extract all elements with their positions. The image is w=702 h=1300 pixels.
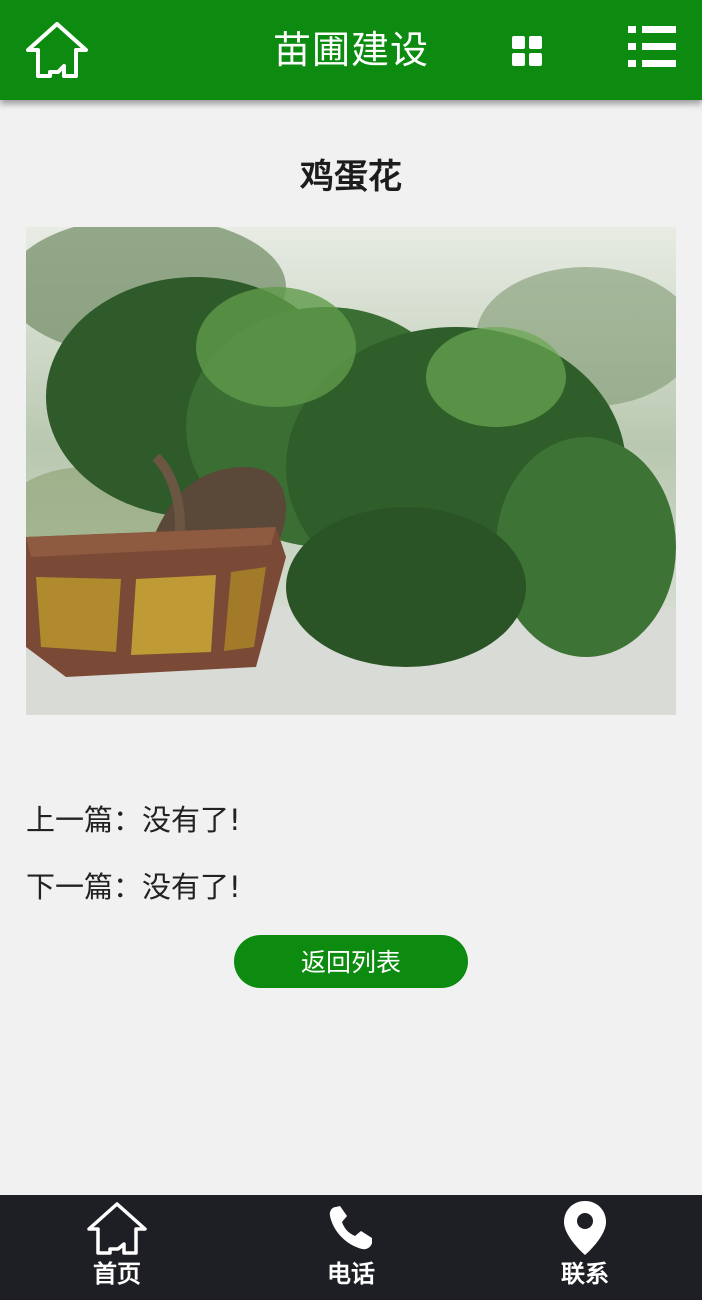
previous-article-link[interactable]: 上一篇：没有了! xyxy=(26,800,241,840)
bottom-nav-home-label: 首页 xyxy=(93,1260,141,1288)
article-title: 鸡蛋花 xyxy=(300,157,402,197)
location-pin-icon xyxy=(564,1201,606,1255)
menu-list-icon xyxy=(628,26,676,67)
site-title: 苗圃建设 xyxy=(272,28,429,72)
home-icon xyxy=(87,1202,147,1255)
top-header-bar: 苗圃建设 xyxy=(0,0,702,100)
article-image xyxy=(26,227,676,715)
bottom-nav-contact-label: 联系 xyxy=(561,1260,609,1288)
next-article-link[interactable]: 下一篇：没有了! xyxy=(26,867,241,907)
phone-icon xyxy=(329,1206,372,1250)
menu-button[interactable] xyxy=(626,24,678,70)
grid-icon xyxy=(512,36,542,66)
bottom-nav-bar: 首页 电话 联系 xyxy=(0,1195,702,1300)
back-to-list-button[interactable]: 返回列表 xyxy=(234,935,468,988)
bottom-nav-phone[interactable]: 电话 xyxy=(271,1195,431,1300)
grid-view-button[interactable] xyxy=(510,34,544,68)
bottom-nav-contact[interactable]: 联系 xyxy=(505,1195,665,1300)
bottom-nav-home[interactable]: 首页 xyxy=(37,1195,197,1300)
bottom-nav-phone-label: 电话 xyxy=(327,1260,375,1288)
